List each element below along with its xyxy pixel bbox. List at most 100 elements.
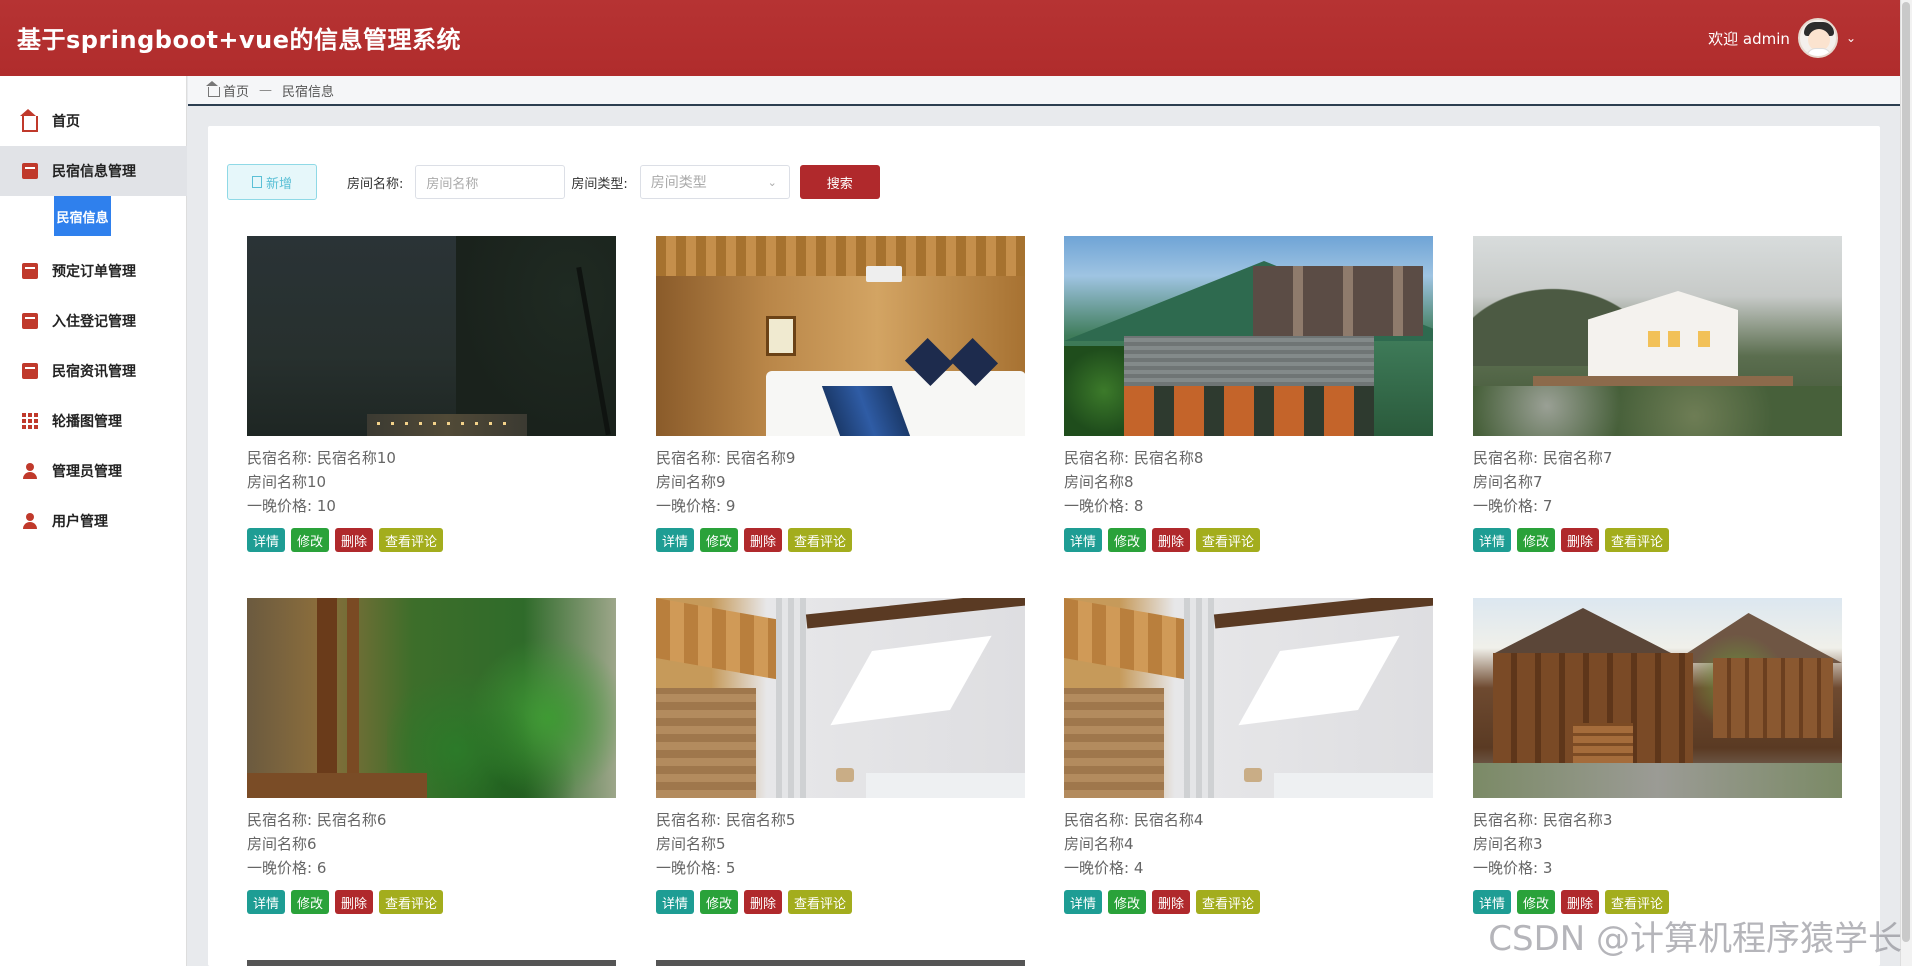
- detail-button[interactable]: 详情: [1473, 528, 1512, 552]
- main-panel: 新增 房间名称: 房间名称 房间类型: 房间类型 ⌄ 搜索 民宿名称: 民宿名称…: [208, 126, 1880, 966]
- room-name: 房间名称10: [247, 473, 327, 491]
- sidebar-item-checkin[interactable]: 入住登记管理: [0, 296, 187, 346]
- view-comments-button[interactable]: 查看评论: [1605, 528, 1670, 552]
- chevron-down-icon[interactable]: ⌄: [1846, 31, 1856, 45]
- name-prefix: 民宿名称:: [247, 449, 313, 467]
- delete-button[interactable]: 删除: [1152, 890, 1191, 914]
- name-prefix: 民宿名称:: [656, 811, 722, 829]
- top-header: 基于springboot+vue的信息管理系统 欢迎 admin ⌄: [0, 0, 1900, 76]
- edit-button[interactable]: 修改: [291, 528, 330, 552]
- homestay-name: 民宿名称6: [316, 811, 387, 829]
- homestay-card: 民宿名称: 民宿名称6 房间名称6 一晚价格: 6 详情 修改 删除 查看评论: [247, 598, 616, 914]
- sidebar-item-homestay-info[interactable]: 民宿信息管理: [0, 146, 187, 196]
- homestay-card: 民宿名称: 民宿名称7 房间名称7 一晚价格: 7 详情 修改 删除 查看评论: [1473, 236, 1842, 552]
- homestay-photo[interactable]: [656, 598, 1025, 798]
- sidebar-subitem-homestay[interactable]: 民宿信息: [54, 196, 111, 236]
- price-value: 4: [1133, 859, 1144, 877]
- price-prefix: 一晚价格:: [656, 859, 722, 877]
- name-prefix: 民宿名称:: [1064, 449, 1130, 467]
- page-scrollbar[interactable]: [1900, 0, 1912, 966]
- card-actions: 详情 修改 删除 查看评论: [1064, 528, 1433, 552]
- price-value: 9: [725, 497, 736, 515]
- delete-button[interactable]: 删除: [744, 890, 783, 914]
- home-icon: [20, 109, 38, 132]
- sidebar-item-label: 入住登记管理: [52, 314, 136, 330]
- breadcrumb-home[interactable]: 首页: [223, 81, 249, 100]
- homestay-name: 民宿名称4: [1133, 811, 1204, 829]
- welcome-text: 欢迎 admin: [1708, 29, 1790, 48]
- edit-button[interactable]: 修改: [700, 890, 739, 914]
- add-button[interactable]: 新增: [227, 164, 317, 200]
- edit-button[interactable]: 修改: [1517, 528, 1556, 552]
- sidebar-item-label: 管理员管理: [52, 464, 122, 480]
- box-icon: [22, 363, 38, 379]
- homestay-card: 民宿名称: 民宿名称8 房间名称8 一晚价格: 8 详情 修改 删除 查看评论: [1064, 236, 1433, 552]
- room-name: 房间名称3: [1473, 835, 1543, 853]
- delete-button[interactable]: 删除: [1561, 528, 1600, 552]
- user-menu[interactable]: 欢迎 admin ⌄: [1708, 18, 1856, 58]
- homestay-photo[interactable]: [656, 236, 1025, 436]
- sidebar-item-label: 首页: [52, 114, 80, 130]
- detail-button[interactable]: 详情: [656, 890, 695, 914]
- price-prefix: 一晚价格:: [1473, 497, 1539, 515]
- edit-button[interactable]: 修改: [700, 528, 739, 552]
- homestay-photo[interactable]: [1064, 236, 1433, 436]
- detail-button[interactable]: 详情: [247, 890, 286, 914]
- edit-button[interactable]: 修改: [1108, 890, 1147, 914]
- watermark: CSDN @计算机程序猿学长: [1488, 919, 1902, 959]
- detail-button[interactable]: 详情: [656, 528, 695, 552]
- view-comments-button[interactable]: 查看评论: [379, 890, 444, 914]
- detail-button[interactable]: 详情: [1064, 890, 1103, 914]
- card-actions: 详情 修改 删除 查看评论: [1064, 890, 1433, 914]
- edit-button[interactable]: 修改: [291, 890, 330, 914]
- view-comments-button[interactable]: 查看评论: [1196, 890, 1261, 914]
- sidebar-item-carousel[interactable]: 轮播图管理: [0, 396, 187, 446]
- view-comments-button[interactable]: 查看评论: [788, 890, 853, 914]
- sidebar-item-users[interactable]: 用户管理: [0, 496, 187, 546]
- room-name: 房间名称7: [1473, 473, 1543, 491]
- homestay-card: 民宿名称: 民宿名称9 房间名称9 一晚价格: 9 详情 修改 删除 查看评论: [656, 236, 1025, 552]
- view-comments-button[interactable]: 查看评论: [379, 528, 444, 552]
- homestay-name: 民宿名称5: [725, 811, 796, 829]
- homestay-photo[interactable]: [247, 236, 616, 436]
- next-row-photo-peek: [247, 960, 616, 966]
- homestay-photo[interactable]: [1064, 598, 1433, 798]
- price-prefix: 一晚价格:: [1064, 497, 1130, 515]
- add-button-label: 新增: [265, 176, 292, 192]
- breadcrumb-separator: —: [259, 82, 273, 98]
- avatar[interactable]: [1797, 18, 1838, 58]
- edit-button[interactable]: 修改: [1108, 528, 1147, 552]
- homestay-photo[interactable]: [1473, 236, 1842, 436]
- homestay-photo[interactable]: [1473, 598, 1842, 798]
- user-icon: [22, 513, 38, 529]
- sidebar-item-home[interactable]: 首页: [0, 96, 187, 146]
- detail-button[interactable]: 详情: [1064, 528, 1103, 552]
- homestay-photo[interactable]: [247, 598, 616, 798]
- scrollbar-thumb[interactable]: [1902, 2, 1910, 942]
- sidebar-item-orders[interactable]: 预定订单管理: [0, 246, 187, 296]
- room-name-label: 房间名称:: [347, 176, 404, 192]
- name-prefix: 民宿名称:: [1473, 811, 1539, 829]
- room-name-input[interactable]: 房间名称: [415, 165, 566, 199]
- home-icon[interactable]: [206, 81, 220, 97]
- chevron-down-icon: ⌄: [767, 175, 777, 189]
- name-prefix: 民宿名称:: [1064, 811, 1130, 829]
- room-name: 房间名称6: [247, 835, 317, 853]
- sidebar-item-admins[interactable]: 管理员管理: [0, 446, 187, 496]
- homestay-card: 民宿名称: 民宿名称5 房间名称5 一晚价格: 5 详情 修改 删除 查看评论: [656, 598, 1025, 914]
- delete-button[interactable]: 删除: [335, 890, 374, 914]
- search-button[interactable]: 搜索: [799, 165, 880, 199]
- sidebar-item-news[interactable]: 民宿资讯管理: [0, 346, 187, 396]
- delete-button[interactable]: 删除: [335, 528, 374, 552]
- card-meta: 民宿名称: 民宿名称7 房间名称7 一晚价格: 7: [1473, 446, 1842, 518]
- view-comments-button[interactable]: 查看评论: [788, 528, 853, 552]
- breadcrumb: 首页 — 民宿信息: [188, 76, 1900, 106]
- sidebar: 首页 民宿信息管理 民宿信息 预定订单管理 入住登记管理 民宿资讯管理 轮播图管…: [0, 76, 187, 966]
- card-actions: 详情 修改 删除 查看评论: [656, 528, 1025, 552]
- delete-button[interactable]: 删除: [1152, 528, 1191, 552]
- view-comments-button[interactable]: 查看评论: [1196, 528, 1261, 552]
- box-icon: [22, 163, 38, 179]
- delete-button[interactable]: 删除: [744, 528, 783, 552]
- detail-button[interactable]: 详情: [247, 528, 286, 552]
- room-type-select[interactable]: 房间类型 ⌄: [639, 165, 790, 199]
